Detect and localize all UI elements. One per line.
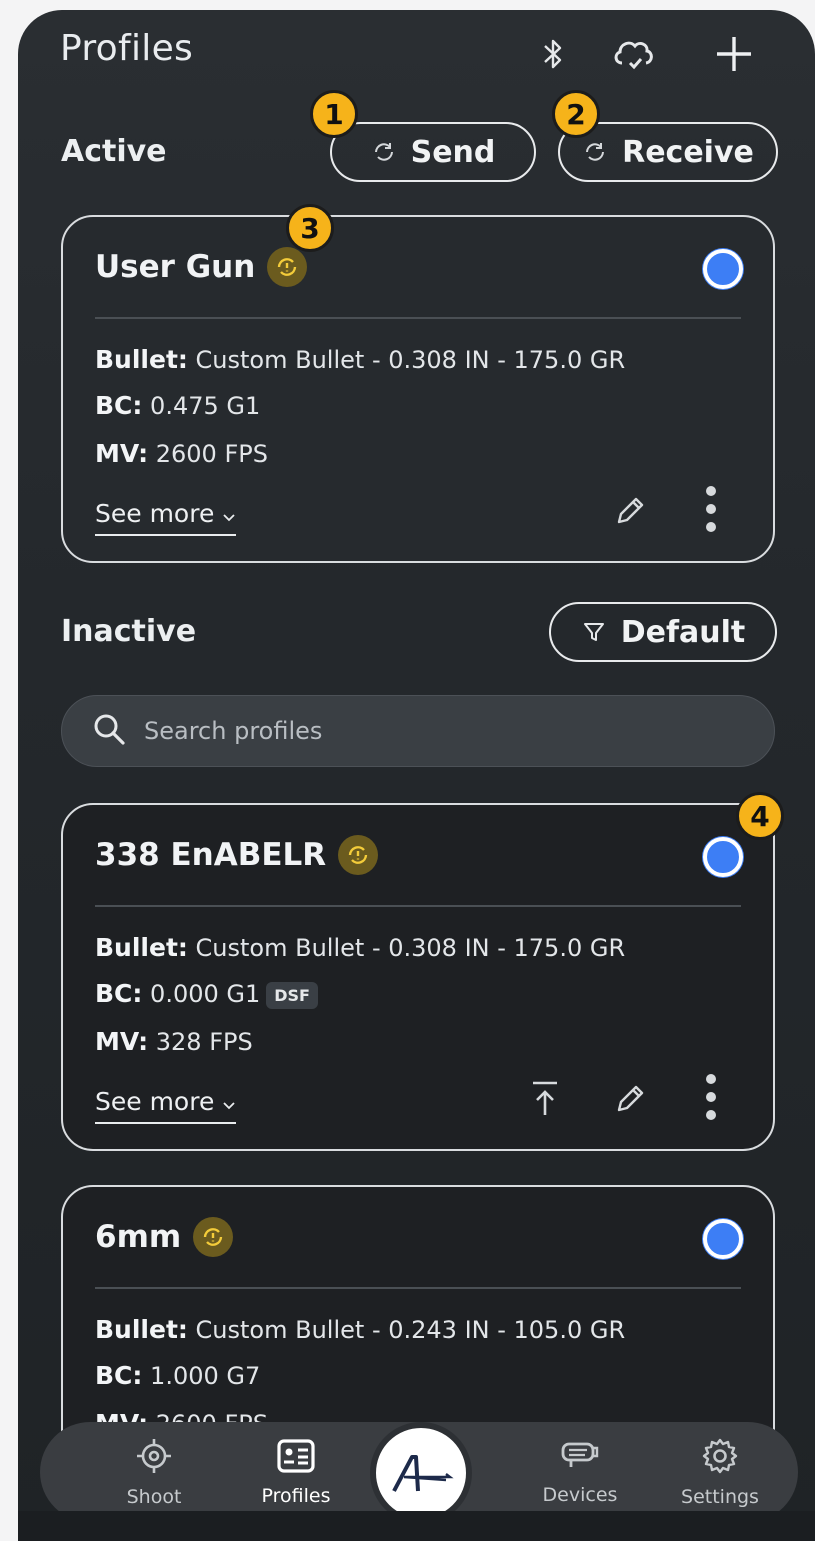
profile-name: 6mm [95, 1217, 234, 1257]
bullet-label: Bullet: [95, 933, 188, 962]
callout-badge-4: 4 [736, 792, 784, 840]
page-title: Profiles [60, 28, 194, 69]
bc-label: BC: [95, 391, 143, 420]
callout-badge-1: 1 [310, 90, 358, 138]
profile-name: 338 EnABELR [95, 835, 379, 875]
cloud-check-icon[interactable] [608, 30, 658, 76]
nav-label: Shoot [126, 1485, 182, 1508]
plus-icon[interactable] [710, 30, 758, 78]
mv-value: 2600 FPS [155, 440, 268, 468]
bc-row: BC: 0.000 G1 DSF [95, 979, 318, 1009]
mv-label: MV: [95, 1027, 149, 1056]
filter-label: Default [620, 614, 746, 650]
chevron-down-icon [222, 499, 236, 528]
sync-icon [371, 139, 397, 165]
bc-label: BC: [95, 1361, 143, 1390]
nav-label: Settings [681, 1485, 759, 1508]
bullet-value: Custom Bullet - 0.308 IN - 175.0 GR [195, 346, 626, 374]
search-icon [92, 712, 126, 750]
upload-icon[interactable] [523, 1075, 567, 1123]
bullet-value: Custom Bullet - 0.243 IN - 105.0 GR [195, 1316, 626, 1344]
brand-logo-icon [392, 1455, 454, 1492]
inactive-section-label: Inactive [61, 614, 197, 649]
selected-tab-indicator [262, 1515, 286, 1523]
bullet-label: Bullet: [95, 345, 188, 374]
bc-value: 1.000 G7 [150, 1362, 261, 1390]
bullet-row: Bullet: Custom Bullet - 0.308 IN - 175.0… [95, 933, 625, 962]
bc-label: BC: [95, 979, 143, 1008]
send-button[interactable]: Send [330, 122, 536, 182]
active-profile-card[interactable]: User Gun Bullet: Custom Bullet - 0.308 I… [61, 215, 775, 563]
more-options-icon[interactable] [693, 1067, 729, 1127]
gear-icon [701, 1437, 739, 1480]
profile-name-text: 338 EnABELR [95, 837, 327, 873]
dsf-tag: DSF [266, 981, 318, 1009]
bc-row: BC: 1.000 G7 [95, 1361, 260, 1390]
edit-icon[interactable] [608, 489, 652, 533]
send-label: Send [410, 134, 496, 170]
see-more-link[interactable]: See more [95, 1087, 237, 1124]
profile-name: User Gun [95, 247, 308, 287]
callout-badge-2: 2 [552, 90, 600, 138]
see-more-label: See more [95, 499, 215, 528]
active-section-label: Active [61, 134, 167, 169]
crosshair-icon [135, 1437, 173, 1480]
receive-label: Receive [622, 134, 754, 170]
nav-settings[interactable]: Settings [660, 1422, 780, 1522]
bullet-label: Bullet: [95, 1315, 188, 1344]
mv-row: MV: 2600 FPS [95, 439, 268, 468]
mv-row: MV: 328 FPS [95, 1027, 253, 1056]
nav-shoot[interactable]: Shoot [94, 1422, 214, 1522]
bullet-row: Bullet: Custom Bullet - 0.308 IN - 175.0… [95, 345, 625, 374]
chevron-down-icon [222, 1087, 236, 1116]
bullet-value: Custom Bullet - 0.308 IN - 175.0 GR [195, 934, 626, 962]
mv-value: 328 FPS [155, 1028, 253, 1056]
more-options-icon[interactable] [693, 479, 729, 539]
mv-label: MV: [95, 439, 149, 468]
active-radio[interactable] [703, 249, 743, 289]
edit-icon[interactable] [608, 1077, 652, 1121]
device-icon [559, 1439, 601, 1478]
bluetooth-icon[interactable] [538, 34, 568, 74]
nav-devices[interactable]: Devices [520, 1422, 640, 1522]
nav-label: Devices [542, 1483, 618, 1506]
app-screen: Profiles Active Send Receive User Gun Bu… [18, 10, 815, 1541]
divider [95, 317, 741, 319]
bc-value: 0.000 G1 [150, 980, 261, 1008]
bullet-row: Bullet: Custom Bullet - 0.243 IN - 105.0… [95, 1315, 625, 1344]
inactive-profile-card[interactable]: 338 EnABELR Bullet: Custom Bullet - 0.30… [61, 803, 775, 1151]
filter-icon [581, 619, 607, 645]
profile-name-text: User Gun [95, 249, 256, 285]
select-radio[interactable] [703, 837, 743, 877]
see-more-label: See more [95, 1087, 215, 1116]
search-field[interactable] [61, 695, 775, 767]
select-radio[interactable] [703, 1219, 743, 1259]
divider [95, 905, 741, 907]
sync-status-icon [267, 247, 308, 287]
filter-button[interactable]: Default [549, 602, 777, 662]
bc-row: BC: 0.475 G1 [95, 391, 260, 420]
divider [95, 1287, 741, 1289]
sync-status-icon [193, 1217, 234, 1257]
bc-value: 0.475 G1 [150, 392, 261, 420]
nav-label: Profiles [261, 1484, 331, 1507]
sync-icon [582, 139, 608, 165]
profile-name-text: 6mm [95, 1219, 182, 1255]
callout-badge-3: 3 [286, 204, 334, 252]
nav-profiles[interactable]: Profiles [236, 1422, 356, 1522]
search-input[interactable] [142, 716, 706, 746]
sync-status-icon [338, 835, 379, 875]
profile-card-icon [276, 1438, 316, 1479]
brand-logo-button[interactable] [370, 1422, 472, 1524]
see-more-link[interactable]: See more [95, 499, 237, 536]
